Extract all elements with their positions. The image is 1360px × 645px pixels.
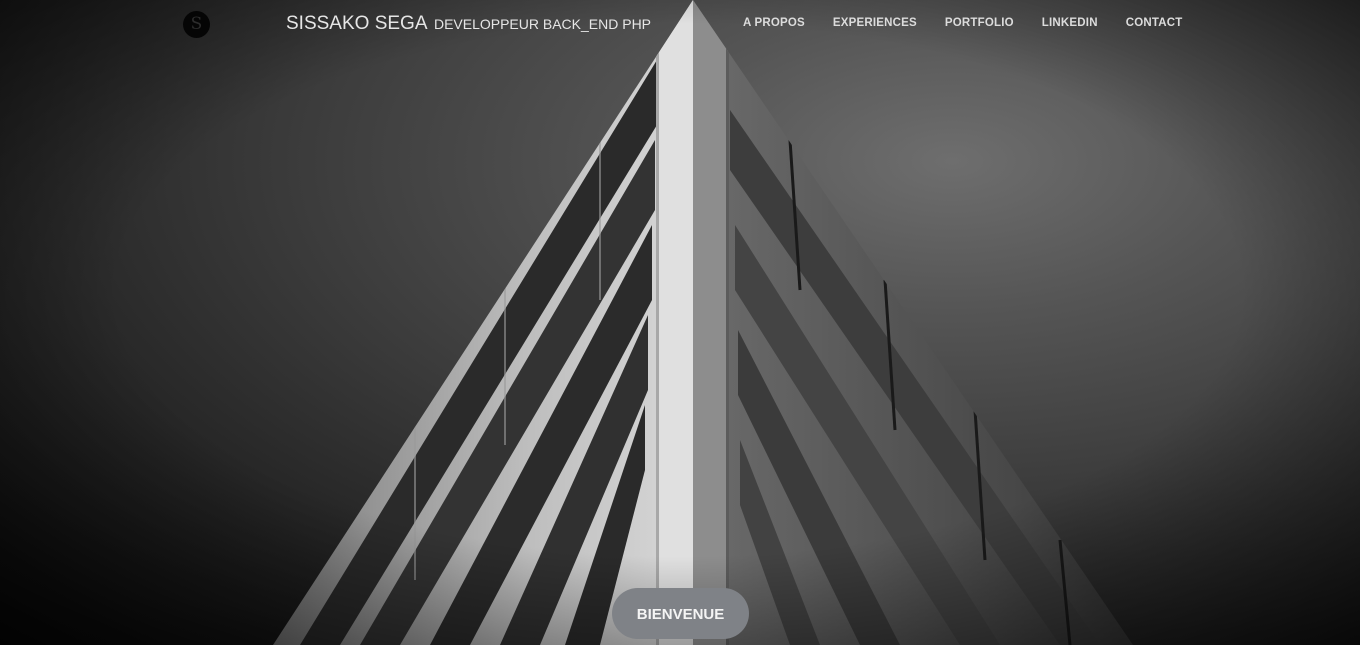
brand-role: DEVELOPPEUR BACK_END PHP xyxy=(433,16,652,32)
main-nav: A PROPOS EXPERIENCES PORTFOLIO LINKEDIN … xyxy=(743,17,1182,29)
brand[interactable]: SISSAKO SEGA DEVELOPPEUR BACK_END PHP xyxy=(286,13,651,35)
logo-badge[interactable]: S xyxy=(183,11,210,38)
bienvenue-button[interactable]: BIENVENUE xyxy=(612,588,749,639)
hero-section: S SISSAKO SEGA DEVELOPPEUR BACK_END PHP … xyxy=(0,0,1360,645)
nav-item-a-propos[interactable]: A PROPOS xyxy=(743,17,805,29)
nav-item-experiences[interactable]: EXPERIENCES xyxy=(833,17,917,29)
brand-name: SISSAKO SEGA xyxy=(286,13,428,34)
top-navigation-bar: S SISSAKO SEGA DEVELOPPEUR BACK_END PHP … xyxy=(0,0,1360,48)
hero-background-image xyxy=(0,0,1360,645)
nav-item-portfolio[interactable]: PORTFOLIO xyxy=(945,17,1014,29)
nav-item-contact[interactable]: CONTACT xyxy=(1126,17,1183,29)
nav-item-linkedin[interactable]: LINKEDIN xyxy=(1042,17,1098,29)
